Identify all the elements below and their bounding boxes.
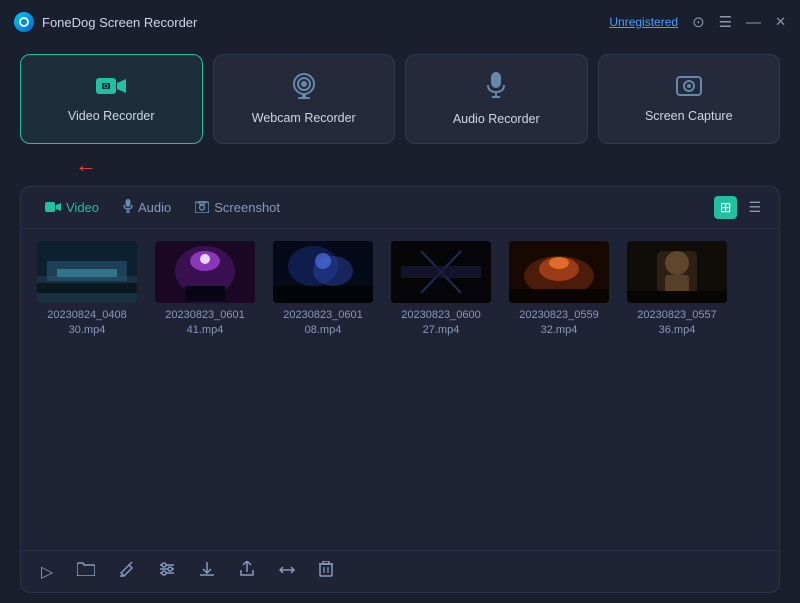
delete-button[interactable]	[315, 559, 337, 584]
grid-view-button[interactable]: ⊞	[714, 196, 738, 219]
target-icon[interactable]: ⊙	[692, 15, 705, 30]
file-thumbnail	[391, 241, 491, 303]
tab-screenshot-label: Screenshot	[214, 200, 280, 215]
audio-tab-icon	[123, 199, 133, 216]
screen-capture-icon	[675, 75, 703, 101]
file-name: 20230823_0601 08.mp4	[273, 308, 373, 339]
tab-audio-label: Audio	[138, 200, 171, 215]
audio-recorder-label: Audio Recorder	[453, 112, 540, 126]
files-tabs: Video Audio	[21, 187, 779, 229]
video-recorder-label: Video Recorder	[68, 109, 155, 123]
file-name: 20230824_0408 30.mp4	[37, 308, 137, 339]
file-name: 20230823_0600 27.mp4	[391, 308, 491, 339]
file-name: 20230823_0557 36.mp4	[627, 308, 727, 339]
video-recorder-button[interactable]: Video Recorder	[20, 54, 203, 144]
main-content: Video Recorder Webcam Recorder	[0, 44, 800, 603]
file-item[interactable]: 20230823_0559 32.mp4	[509, 241, 609, 339]
minimize-icon[interactable]: —	[746, 15, 761, 30]
file-thumbnail	[627, 241, 727, 303]
file-name: 20230823_0559 32.mp4	[509, 308, 609, 339]
move-button[interactable]	[275, 561, 299, 583]
menu-icon[interactable]: ☰	[719, 15, 732, 30]
file-item[interactable]: 20230823_0601 41.mp4	[155, 241, 255, 339]
tab-video-label: Video	[66, 200, 99, 215]
screen-capture-button[interactable]: Screen Capture	[598, 54, 781, 144]
screen-capture-label: Screen Capture	[645, 109, 733, 123]
tab-video[interactable]: Video	[33, 196, 111, 220]
file-name: 20230823_0601 41.mp4	[155, 308, 255, 339]
file-item[interactable]: 20230823_0600 27.mp4	[391, 241, 491, 339]
webcam-recorder-icon	[290, 73, 318, 103]
file-item[interactable]: 20230823_0601 08.mp4	[273, 241, 373, 339]
tab-audio[interactable]: Audio	[111, 195, 183, 220]
settings-button[interactable]	[155, 560, 179, 583]
file-thumbnail	[155, 241, 255, 303]
audio-recorder-button[interactable]: Audio Recorder	[405, 54, 588, 144]
selection-arrow: ←	[75, 154, 97, 176]
folder-button[interactable]	[73, 560, 99, 583]
file-thumbnail	[273, 241, 373, 303]
files-panel: Video Audio	[20, 186, 780, 593]
video-tab-icon	[45, 200, 61, 216]
app-logo	[14, 12, 34, 32]
tab-screenshot[interactable]: Screenshot	[183, 196, 292, 220]
file-thumbnail	[37, 241, 137, 303]
webcam-recorder-label: Webcam Recorder	[252, 111, 356, 125]
mode-buttons-row: Video Recorder Webcam Recorder	[20, 54, 780, 144]
arrow-row: ←	[20, 156, 780, 174]
files-grid: 20230824_0408 30.mp4 20230823_0601 41.mp…	[21, 229, 779, 550]
close-icon[interactable]: ✕	[775, 14, 786, 30]
download-button[interactable]	[195, 559, 219, 584]
audio-recorder-icon	[486, 72, 506, 104]
file-item[interactable]: 20230824_0408 30.mp4	[37, 241, 137, 339]
title-bar: FoneDog Screen Recorder Unregistered ⊙ ☰…	[0, 0, 800, 44]
file-thumbnail	[509, 241, 609, 303]
video-recorder-icon	[96, 75, 126, 101]
screenshot-tab-icon	[195, 200, 209, 216]
play-button[interactable]: ▷	[37, 560, 57, 584]
view-buttons: ⊞ ☰	[714, 196, 767, 219]
export-button[interactable]	[235, 559, 259, 584]
registration-link[interactable]: Unregistered	[609, 15, 678, 29]
title-bar-actions: Unregistered ⊙ ☰ — ✕	[609, 14, 786, 30]
list-view-button[interactable]: ☰	[742, 196, 767, 219]
edit-button[interactable]	[115, 559, 139, 584]
bottom-toolbar: ▷	[21, 550, 779, 592]
file-item[interactable]: 20230823_0557 36.mp4	[627, 241, 727, 339]
app-title: FoneDog Screen Recorder	[42, 15, 609, 30]
webcam-recorder-button[interactable]: Webcam Recorder	[213, 54, 396, 144]
